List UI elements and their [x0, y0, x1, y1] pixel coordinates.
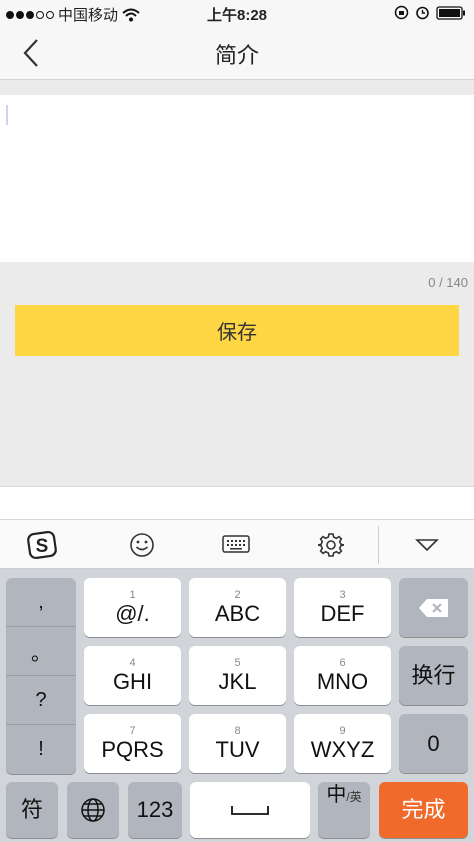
punct-key-period[interactable]: 。: [6, 627, 76, 676]
orientation-lock-icon: [394, 5, 409, 20]
key-2[interactable]: 2 ABC: [189, 578, 286, 637]
key-6[interactable]: 6 MNO: [294, 646, 391, 705]
key-9[interactable]: 9 WXYZ: [294, 714, 391, 773]
collapse-keyboard-icon[interactable]: [407, 526, 447, 564]
zero-key[interactable]: 0: [399, 714, 468, 773]
punctuation-column: , 。 ? !: [6, 578, 76, 774]
status-bar: 中国移动 上午8:28: [0, 0, 474, 26]
space-key[interactable]: [190, 782, 310, 838]
sogou-logo-icon[interactable]: S: [22, 526, 62, 564]
svg-text:S: S: [36, 536, 49, 557]
key-7[interactable]: 7 PQRS: [84, 714, 181, 773]
keyboard-toolbar: S: [0, 519, 474, 569]
settings-gear-icon[interactable]: [311, 526, 351, 564]
done-key[interactable]: 完成: [379, 782, 468, 838]
status-right: [394, 5, 466, 20]
emoji-icon[interactable]: [122, 526, 162, 564]
page-title: 简介: [214, 43, 259, 68]
text-cursor: [6, 105, 8, 125]
globe-key[interactable]: [67, 782, 119, 838]
character-counter: 0 / 140: [428, 275, 468, 290]
backspace-key[interactable]: [399, 578, 468, 637]
punct-key-question[interactable]: ?: [6, 676, 76, 725]
save-button[interactable]: 保存: [15, 305, 459, 356]
intro-textarea[interactable]: [0, 95, 474, 262]
battery-icon: [436, 5, 465, 20]
input-accessory-strip: [0, 486, 474, 519]
punct-key-comma[interactable]: ,: [6, 578, 76, 627]
key-8[interactable]: 8 TUV: [189, 714, 286, 773]
punct-key-exclamation[interactable]: !: [6, 725, 76, 774]
navigation-bar: 简介: [0, 26, 474, 80]
keyboard: , 。 ? ! 1 @/. 2 ABC 3 DEF 4 GHI 5 JKL 6 …: [0, 569, 474, 842]
alarm-icon: [416, 6, 429, 20]
newline-key[interactable]: 换行: [399, 646, 468, 705]
key-5[interactable]: 5 JKL: [189, 646, 286, 705]
key-1[interactable]: 1 @/.: [84, 578, 181, 637]
space-icon: [231, 806, 269, 815]
language-switch-key[interactable]: 中 /英: [318, 782, 370, 838]
backspace-icon: [418, 598, 448, 617]
key-3[interactable]: 3 DEF: [294, 578, 391, 637]
keyboard-icon[interactable]: [216, 526, 256, 564]
numbers-key[interactable]: 123: [128, 782, 182, 838]
key-4[interactable]: 4 GHI: [84, 646, 181, 705]
globe-icon: [81, 798, 105, 822]
symbol-key[interactable]: 符: [6, 782, 58, 838]
toolbar-divider: [378, 526, 379, 564]
